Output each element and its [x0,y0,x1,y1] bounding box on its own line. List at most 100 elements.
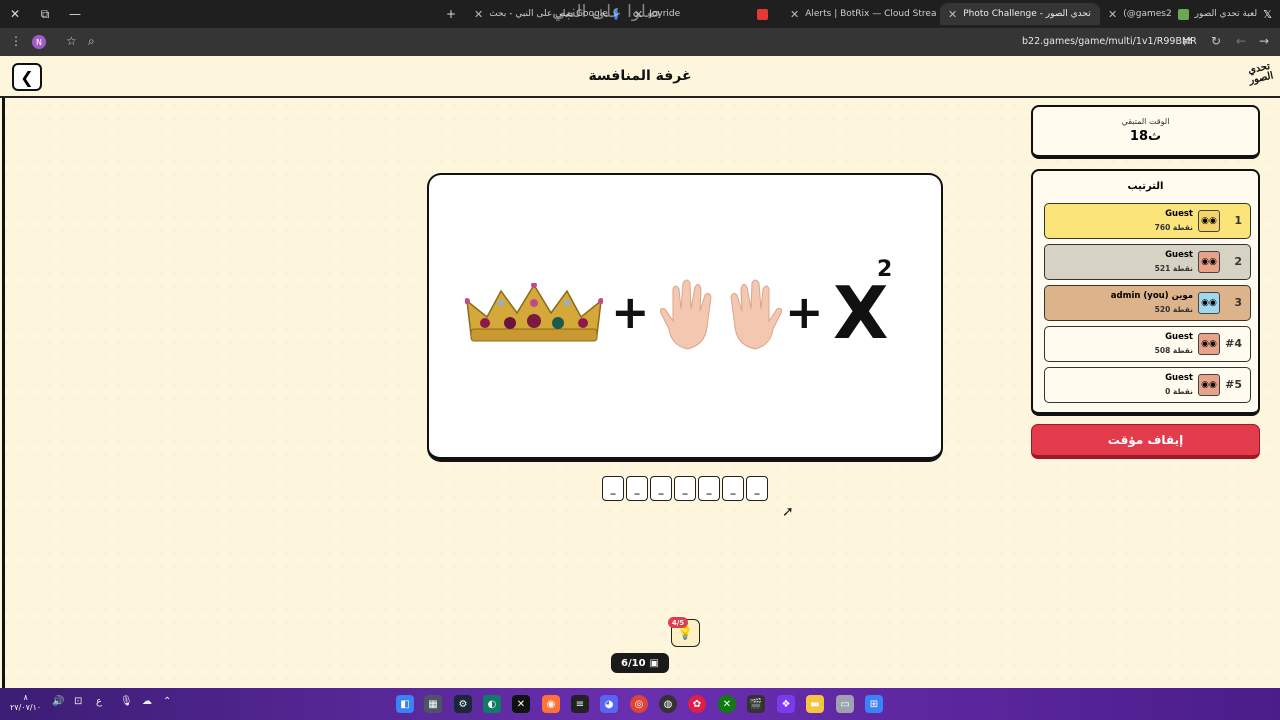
rank-number: 2 [1234,255,1242,268]
timer-value: 18ث [1129,129,1162,144]
cloud-icon[interactable]: ☁ [142,696,152,707]
ranking-row-self: 3 ◉◉ admin (you) موين 520 نقطة [1044,285,1251,321]
browser-tab-photo-challenge[interactable]: ✕ Photo Challenge - تحدي الصور [940,3,1100,25]
url-field[interactable]: b22.games/game/multi/1v1/R99BMR [1022,36,1197,47]
crown-icon [465,283,603,342]
taskbar-app-icon[interactable]: ✿ [688,695,706,713]
player-avatar-icon: ◉◉ [1198,374,1220,396]
clapperboard-icon[interactable]: 🎬 [747,695,765,713]
new-tab-icon[interactable]: + [436,0,466,28]
hand-icon [660,279,712,350]
mouse-cursor-icon: ➚ [782,504,794,520]
chrome-icon[interactable]: ◎ [630,695,648,713]
close-tab-icon[interactable]: ✕ [474,8,483,21]
language-indicator[interactable]: ع [96,696,102,707]
windows-start-icon[interactable]: ⊞ [865,695,883,713]
obs-icon[interactable]: ◍ [659,695,677,713]
minimize-window-icon[interactable]: — [60,0,90,28]
restore-window-icon[interactable]: ⧉ [30,0,60,28]
close-window-icon[interactable]: ✕ [0,0,30,28]
volume-icon[interactable]: 🔊 [52,696,64,707]
menu-kebab-icon[interactable]: ⋮ [10,34,22,48]
game-header: ❮ غرفة المنافسة تحدي الصور [0,56,1280,98]
taskbar-app-icon[interactable]: ▭ [836,695,854,713]
watermark: صلوا على النبي [552,2,661,22]
timer-label: الوقت المتبقي [1121,117,1170,126]
forward-arrow-icon[interactable]: → [1259,34,1269,48]
bookmark-star-icon[interactable]: ☆ [66,34,77,48]
taskbar-app-icon[interactable]: ≡ [571,695,589,713]
rank-number: #5 [1225,378,1242,391]
player-score: 521 نقطة [1154,264,1193,273]
tab-title: Alerts | BotRix — Cloud Stream [805,9,937,19]
answer-slot[interactable]: _ [722,476,744,501]
close-tab-icon[interactable]: ✕ [948,8,957,21]
question-progress: 6/10 ▣ [611,653,669,673]
file-explorer-icon[interactable]: ▬ [806,695,824,713]
ranking-row: 1 ◉◉ Guest 760 نقطة [1044,203,1251,239]
taskbar-app-icon[interactable]: ◧ [396,695,414,713]
steam-icon[interactable]: ⚙ [454,695,472,713]
search-icon[interactable]: ⌕ [88,34,95,49]
back-button[interactable]: ❮ [12,63,42,91]
rank-number: #4 [1225,337,1242,350]
close-tab-icon[interactable]: ✕ [1108,8,1117,21]
answer-slots: _ _ _ _ _ _ _ [602,476,768,501]
discord-icon[interactable]: ◕ [600,695,618,713]
taskbar-app-icon[interactable]: ▦ [424,695,442,713]
microphone-icon[interactable]: 🎙 [120,696,133,707]
edge-icon[interactable]: ◐ [483,695,501,713]
system-clock[interactable]: ٨ ٢٧/٠٧/١٠ [10,693,41,713]
profile-avatar[interactable]: N [32,35,46,49]
page-title: غرفة المنافسة [588,68,692,84]
answer-slot[interactable]: _ [602,476,624,501]
hints-remaining-badge: 4/5 [668,617,688,628]
network-icon[interactable]: ⊡ [74,696,82,707]
player-name: Guest [1165,373,1193,383]
puzzle-card: + + X 2 [427,173,943,462]
hand-icon [730,279,782,350]
answer-slot[interactable]: _ [650,476,672,501]
browser-tab-bar: ✕ ⧉ — + ✕ صلي على النبي - بحث Google ✕ J… [0,0,1280,28]
page-edge [2,98,5,688]
player-avatar-icon: ◉◉ [1198,210,1220,232]
tab-favicon-icon [1177,8,1189,20]
site-settings-icon[interactable]: ⇄ [1182,34,1192,48]
plus-operator: + [611,285,650,339]
answer-slot[interactable]: _ [698,476,720,501]
player-avatar-icon: ◉◉ [1198,292,1220,314]
rank-number: 3 [1234,296,1242,309]
close-tab-icon[interactable]: ✕ [790,8,799,21]
pause-button[interactable]: إيقاف مؤقت [1031,424,1260,459]
tab-title: (@games2 [1123,9,1172,19]
exponent: 2 [877,257,893,282]
xbox-icon[interactable]: ✕ [718,695,736,713]
tab-title: لعبة تحدي الصور [1194,9,1258,19]
timer-card: الوقت المتبقي 18ث [1031,105,1260,159]
ranking-row: #4 ◉◉ Guest 508 نقطة [1044,326,1251,362]
image-icon: ▣ [649,657,659,669]
answer-slot[interactable]: _ [746,476,768,501]
copilot-icon[interactable]: ❖ [777,695,795,713]
browser-tab-game[interactable]: ✕ (@games2 لعبة تحدي الصور 𝕏 [1100,3,1280,25]
player-score: 760 نقطة [1154,223,1193,232]
browser-tab-botrix[interactable]: ✕ Alerts | BotRix — Cloud Stream [782,3,937,25]
ranking-row: #5 ◉◉ Guest 0 نقطة [1044,367,1251,403]
answer-slot[interactable]: _ [674,476,696,501]
answer-slot[interactable]: _ [626,476,648,501]
ranking-card: الترتيب 1 ◉◉ Guest 760 نقطة 2 ◉◉ Guest 5… [1031,169,1260,416]
app-logo[interactable]: تحدي الصور [1246,61,1274,86]
chevron-up-icon[interactable]: ⌃ [163,696,171,707]
player-name: Guest [1165,332,1193,342]
player-name: Guest [1165,209,1193,219]
player-score: 520 نقطة [1154,305,1193,314]
reload-icon[interactable]: ↻ [1211,34,1221,48]
back-arrow-icon[interactable]: ← [1236,34,1246,48]
address-bar: ⋮ N ☆ ⌕ b22.games/game/multi/1v1/R99BMR … [0,28,1280,56]
firefox-icon[interactable]: ◉ [542,695,560,713]
ranking-row: 2 ◉◉ Guest 521 نقطة [1044,244,1251,280]
player-score: 508 نقطة [1154,346,1193,355]
progress-value: 6/10 [621,657,646,669]
player-score: 0 نقطة [1165,387,1193,396]
capcut-icon[interactable]: ✕ [512,695,530,713]
